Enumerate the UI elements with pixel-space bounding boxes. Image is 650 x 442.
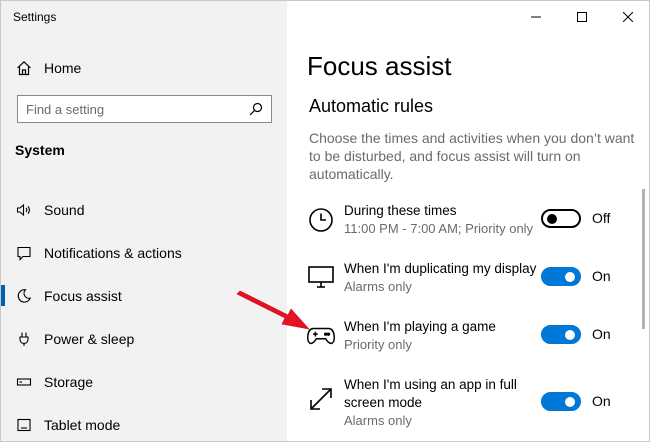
search-box[interactable]: [17, 95, 272, 123]
home-icon: [15, 59, 33, 77]
home-label: Home: [44, 60, 82, 76]
settings-window: Settings Home System Sound: [0, 0, 650, 442]
sidebar-item-label: Focus assist: [44, 287, 122, 304]
rule-title: When I'm playing a game: [344, 319, 496, 334]
sidebar-item-storage[interactable]: Storage: [1, 360, 287, 403]
fullscreen-icon: [307, 385, 335, 413]
sidebar-item-label: Notifications & actions: [44, 244, 182, 261]
monitor-icon: [307, 263, 335, 291]
power-icon: [15, 330, 33, 348]
sidebar-item-notifications[interactable]: Notifications & actions: [1, 231, 287, 274]
toggle-state: On: [592, 393, 611, 409]
app-title: Settings: [13, 10, 57, 24]
toggle-switch-on[interactable]: [541, 267, 581, 286]
toggle-switch-off[interactable]: [541, 209, 581, 228]
storage-icon: [15, 373, 33, 391]
toggle-state: On: [592, 326, 611, 342]
close-icon: [623, 12, 633, 22]
toggle-switch-on[interactable]: [541, 325, 581, 344]
rule-title: When I'm duplicating my display: [344, 261, 537, 276]
rule-title: During these times: [344, 203, 457, 218]
speaker-icon: [15, 201, 33, 219]
minimize-button[interactable]: [513, 1, 559, 33]
tablet-icon: [15, 416, 33, 434]
moon-icon: [15, 287, 33, 305]
maximize-icon: [577, 12, 587, 22]
sidebar: Settings Home System Sound: [1, 1, 287, 441]
minimize-icon: [531, 16, 541, 18]
system-heading: System: [15, 142, 65, 158]
toggle-state: Off: [592, 210, 611, 226]
page-title: Focus assist: [307, 51, 452, 81]
window-controls: [513, 1, 649, 33]
main-content: Focus assist Automatic rules Choose the …: [287, 1, 649, 441]
toggle-state: On: [592, 268, 611, 284]
rule-subtitle: Alarms only: [344, 413, 412, 428]
search-input[interactable]: [18, 96, 245, 122]
rule-subtitle: 11:00 PM - 7:00 AM; Priority only: [344, 221, 534, 236]
automatic-rules-description: Choose the times and activities when you…: [309, 130, 635, 182]
rule-title: When I'm using an app in full screen mod…: [344, 377, 517, 410]
sidebar-item-sound[interactable]: Sound: [1, 188, 287, 231]
sidebar-item-label: Power & sleep: [44, 330, 135, 347]
rule-subtitle: Priority only: [344, 337, 412, 352]
sidebar-item-label: Tablet mode: [44, 416, 121, 433]
annotation-arrow-icon: [236, 290, 310, 330]
search-icon[interactable]: [245, 98, 267, 120]
automatic-rules-heading: Automatic rules: [309, 96, 434, 116]
home-nav-item[interactable]: Home: [15, 57, 275, 79]
toggle-switch-on[interactable]: [541, 392, 581, 411]
maximize-button[interactable]: [559, 1, 605, 33]
clock-icon: [307, 206, 335, 234]
scrollbar[interactable]: [642, 189, 645, 329]
notifications-icon: [15, 244, 33, 262]
rule-subtitle: Alarms only: [344, 279, 412, 294]
sidebar-item-label: Sound: [44, 201, 85, 218]
sidebar-item-tablet-mode[interactable]: Tablet mode: [1, 403, 287, 441]
sidebar-item-label: Storage: [44, 373, 94, 390]
close-button[interactable]: [605, 1, 649, 33]
gamepad-icon: [307, 322, 335, 350]
